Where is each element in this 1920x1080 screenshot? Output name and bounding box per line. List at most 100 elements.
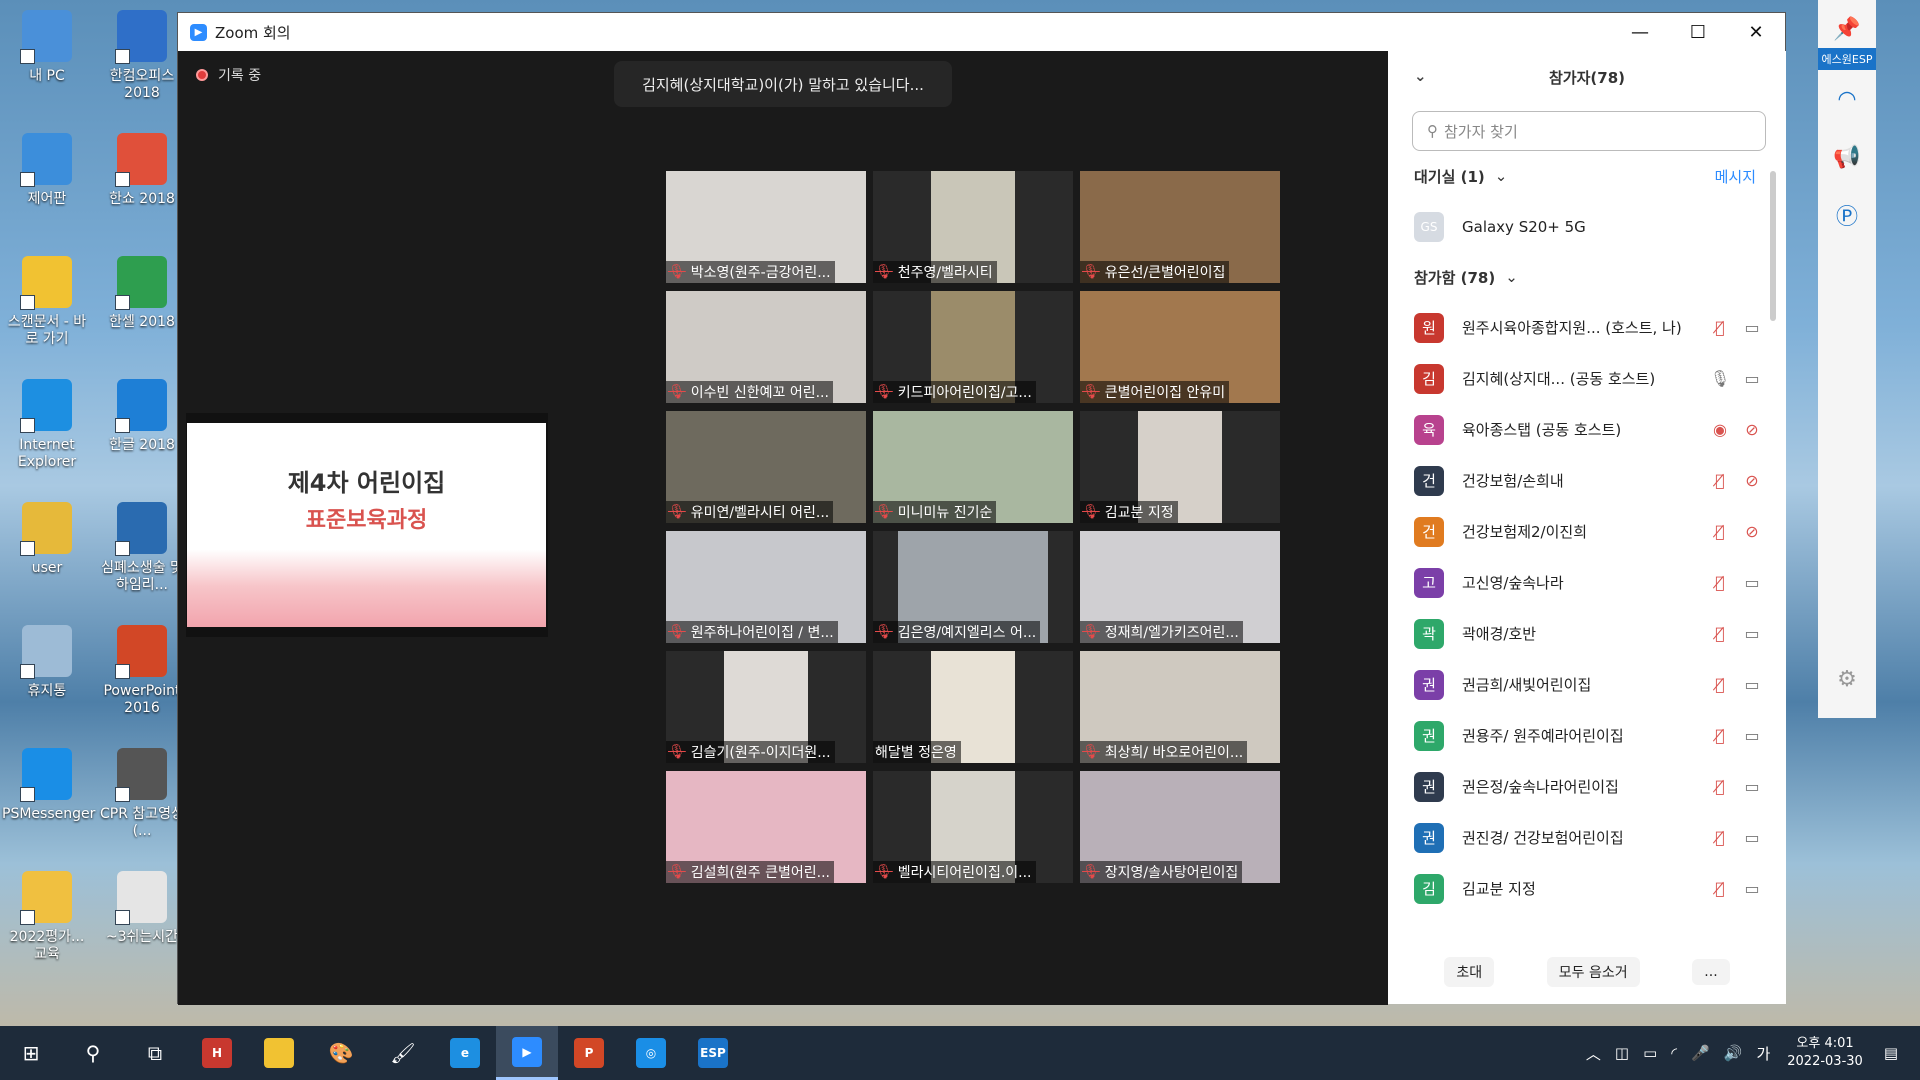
start-windows-icon[interactable]: ⊞ [0,1026,62,1080]
video-tile[interactable]: 🎙 키드피아어린이집/고... [873,291,1073,403]
file-explorer-icon[interactable] [248,1026,310,1080]
more-button[interactable]: ... [1692,959,1730,985]
camera-icon[interactable]: ▭ [1736,369,1768,388]
message-link[interactable]: 메시지 [1715,166,1756,187]
desktop-icon[interactable]: 내 PC [2,4,92,116]
participant-row[interactable]: 김 김지혜(상지대... (공동 호스트) 🎙 ▭ [1388,353,1786,404]
desktop-icon[interactable]: 한셀 2018 [97,250,187,362]
maximize-button[interactable]: ☐ [1669,13,1727,51]
mic-on-icon[interactable]: 🎙 [1704,369,1736,388]
video-tile[interactable]: 🎙 미니미뉴 진기순 [873,411,1073,523]
video-tile[interactable]: 🎙 장지영/솔사탕어린이집 [1080,771,1280,883]
settings-gear-icon[interactable]: ⚙ [1818,650,1876,708]
ime-indicator[interactable]: 가 [1756,1043,1770,1064]
participant-row[interactable]: 김 김교분 지정 🎙̸ ▭ [1388,863,1786,914]
participant-row[interactable]: 권 권용주/ 원주예라어린이집 🎙̸ ▭ [1388,710,1786,761]
collapse-chevron-icon[interactable]: ⌄ [1414,67,1427,85]
video-tile[interactable]: 🎙 원주하나어린이집 / 변... [666,531,866,643]
mic-muted-icon[interactable]: 🎙̸ [1704,777,1736,796]
video-tile[interactable]: 해달별 정은영 [873,651,1073,763]
video-tile[interactable]: 🎙 유미연/벨라시티 어린... [666,411,866,523]
video-tile[interactable]: 🎙 이수빈 신한예꼬 어린... [666,291,866,403]
participant-row[interactable]: 건 건강보험/손희내 🎙̸ ⊘ [1388,455,1786,506]
desktop-icon[interactable]: PSMessenger [2,742,95,854]
camera-icon[interactable]: ▭ [1736,879,1768,898]
video-tile[interactable]: 🎙 박소영(원주-금강어린... [666,171,866,283]
volume-icon[interactable]: 🔊 [1724,1044,1743,1062]
invite-button[interactable]: 초대 [1444,957,1495,987]
participant-row[interactable]: 권 권금희/새빛어린이집 🎙̸ ▭ [1388,659,1786,710]
video-tile[interactable]: 🎙 김은영/예지엘리스 어... [873,531,1073,643]
zoom-taskbar-icon[interactable]: ▶ [496,1026,558,1080]
video-tile[interactable]: 🎙 유은선/큰별어린이집 [1080,171,1280,283]
mic-muted-icon[interactable]: 🎙̸ [1704,522,1736,541]
tray-chevron-up-icon[interactable]: ︿ [1586,1043,1601,1064]
mic-muted-icon[interactable]: 🎙̸ [1704,675,1736,694]
camera-icon[interactable]: ▭ [1736,624,1768,643]
mic-muted-icon[interactable]: 🎙̸ [1704,726,1736,745]
camera-icon[interactable]: ▭ [1736,318,1768,337]
camera-icon[interactable]: ▭ [1736,828,1768,847]
powerpoint-taskbar-icon[interactable]: P [558,1026,620,1080]
hancom-taskbar-icon[interactable]: H [186,1026,248,1080]
wifi-icon[interactable]: ◜ [1671,1044,1677,1062]
task-view-icon[interactable]: ⧉ [124,1026,186,1080]
speed-gauge-icon[interactable]: ◠ [1818,70,1876,128]
camera-icon[interactable]: ▭ [1736,675,1768,694]
megaphone-icon[interactable]: 📢 [1818,128,1876,186]
waiting-room-header[interactable]: 대기실 (1) ⌄ 메시지 [1388,151,1786,201]
participant-row[interactable]: 원 원주시육아종합지원... (호스트, 나) 🎙̸ ▭ [1388,302,1786,353]
desktop-icon[interactable]: 한쇼 2018 [97,127,187,239]
shared-screen[interactable]: 제4차 어린이집 표준보육과정 [186,413,548,637]
joined-header[interactable]: 참가함 (78) ⌄ [1388,252,1786,302]
battery-icon[interactable]: ▭ [1643,1044,1657,1062]
mic-muted-icon[interactable]: 🎙̸ [1704,471,1736,490]
mic-muted-icon[interactable]: 🎙̸ [1704,879,1736,898]
desktop-icon[interactable]: 스캔문서 - 바로 가기 [2,250,92,362]
participant-row[interactable]: 건 건강보험제2/이진희 🎙̸ ⊘ [1388,506,1786,557]
desktop-icon[interactable]: 한컴오피스 2018 [97,4,187,116]
desktop-icon[interactable]: 제어판 [2,127,92,239]
participant-row[interactable]: 곽 곽애경/호반 🎙̸ ▭ [1388,608,1786,659]
mic-muted-icon[interactable]: 🎙̸ [1704,624,1736,643]
mic-muted-icon[interactable]: 🎙̸ [1704,318,1736,337]
close-button[interactable]: ✕ [1727,13,1785,51]
psmessenger-icon[interactable]: Ⓟ [1818,186,1876,244]
paint-app-icon[interactable]: 🎨 [310,1026,372,1080]
desktop-icon[interactable]: ~3쉬는시간 [97,865,187,977]
camera-icon[interactable]: ▭ [1736,777,1768,796]
participant-row[interactable]: 권 권진경/ 건강보험어린이집 🎙̸ ▭ [1388,812,1786,863]
participant-row[interactable]: 권 권은정/숲속나라어린이집 🎙̸ ▭ [1388,761,1786,812]
mic-muted-icon[interactable]: 🎙̸ [1704,828,1736,847]
video-tile[interactable]: 🎙 김설희(원주 큰별어린... [666,771,866,883]
video-tile[interactable]: 🎙 김슬기(원주-이지더원... [666,651,866,763]
camera-off-icon[interactable]: ⊘ [1736,420,1768,439]
desktop-icon[interactable]: user [2,496,92,608]
video-tile[interactable]: 🎙 천주영/벨라시티 [873,171,1073,283]
camera-off-icon[interactable]: ⊘ [1736,471,1768,490]
video-tile[interactable]: 🎙 벨라시티어린이집.이... [873,771,1073,883]
desktop-icon[interactable]: 한글 2018 [97,373,187,485]
video-tile[interactable]: 🎙 정재희/엘가키즈어린... [1080,531,1280,643]
participant-row[interactable]: 육 육아종스탭 (공동 호스트) ◉ ⊘ [1388,404,1786,455]
notification-icon[interactable]: ▤ [1884,1044,1898,1062]
desktop-icon[interactable]: CPR 참고영상(... [97,742,187,854]
capture-app-icon[interactable]: ◎ [620,1026,682,1080]
waiting-user-row[interactable]: GS Galaxy S20+ 5G [1388,201,1786,252]
clock[interactable]: 오후 4:01 2022-03-30 [1787,1035,1863,1071]
esp-label[interactable]: 에스원ESP [1818,48,1876,70]
webcam-icon[interactable]: ◫ [1615,1044,1629,1062]
search-icon[interactable]: ⚲ [62,1026,124,1080]
video-tile[interactable]: 🎙 최상희/ 바오로어린이... [1080,651,1280,763]
desktop-icon[interactable]: 2022평가... 교육 [2,865,92,977]
camera-icon[interactable]: ▭ [1736,726,1768,745]
paint-3d-icon[interactable]: 🖌 [372,1026,434,1080]
participant-search-input[interactable]: ⚲ 참가자 찾기 [1412,111,1766,151]
video-tile[interactable]: 🎙 큰별어린이집 안유미 [1080,291,1280,403]
esp-taskbar-icon[interactable]: ESP [682,1026,744,1080]
desktop-icon[interactable]: PowerPoint 2016 [97,619,187,731]
camera-icon[interactable]: ▭ [1736,573,1768,592]
edge-ie-icon[interactable]: e [434,1026,496,1080]
microphone-icon[interactable]: 🎤 [1691,1044,1710,1062]
mic-muted-icon[interactable]: 🎙̸ [1704,573,1736,592]
